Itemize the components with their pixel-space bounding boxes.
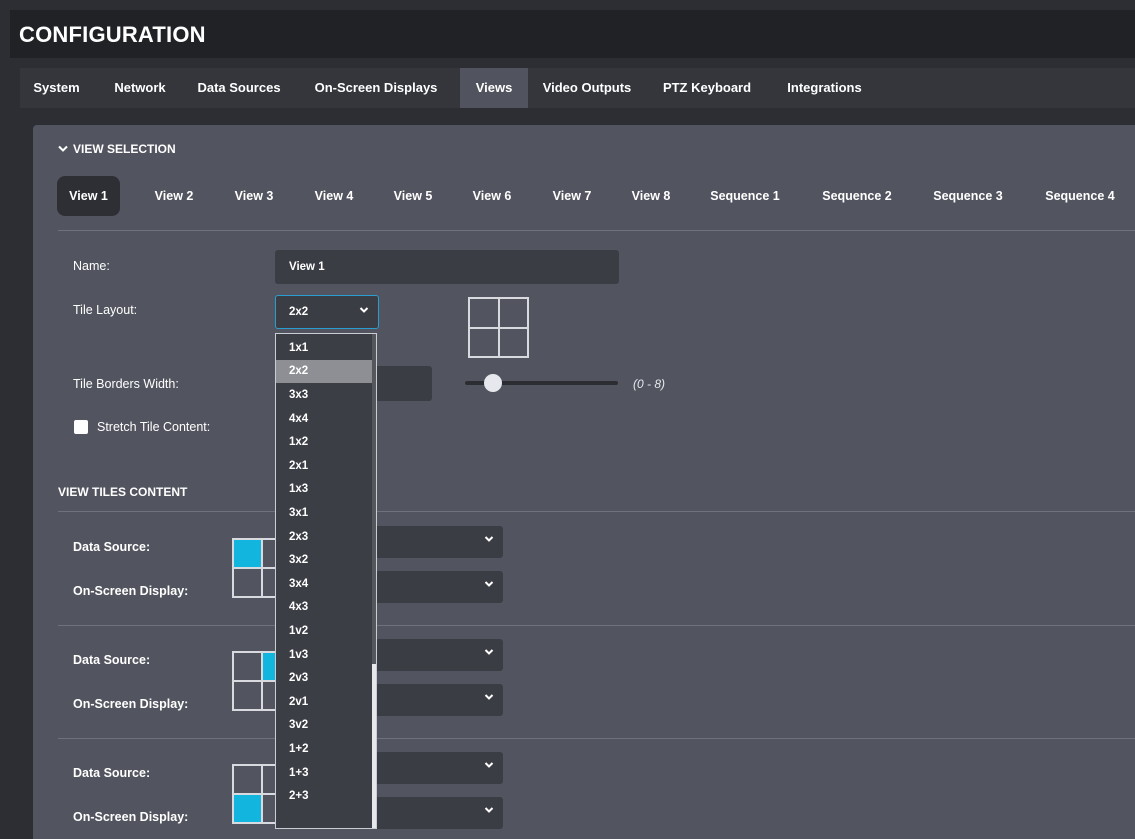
tile-layout-label: Tile Layout: bbox=[73, 303, 138, 317]
view-tab-3[interactable]: View 3 bbox=[222, 176, 286, 216]
view-selection-header[interactable]: VIEW SELECTION bbox=[58, 142, 176, 156]
layout-option-2v1[interactable]: 2v1 bbox=[276, 690, 373, 714]
chevron-down-icon bbox=[484, 805, 494, 817]
app-header: CONFIGURATION bbox=[10, 10, 1135, 58]
chevron-down-icon bbox=[359, 305, 369, 317]
layout-option-2x3[interactable]: 2x3 bbox=[276, 525, 373, 549]
dropdown-scrollbar-thumb[interactable] bbox=[372, 334, 376, 664]
chevron-down-icon bbox=[484, 534, 494, 546]
view-tab-6[interactable]: View 6 bbox=[460, 176, 524, 216]
layout-option-3v2[interactable]: 3v2 bbox=[276, 714, 373, 738]
layout-option-4x4[interactable]: 4x4 bbox=[276, 407, 373, 431]
tile-layout-preview bbox=[468, 297, 529, 358]
tab-on-screen-displays[interactable]: On-Screen Displays bbox=[303, 68, 449, 108]
layout-option-2x1[interactable]: 2x1 bbox=[276, 454, 373, 478]
layout-option-1v3[interactable]: 1v3 bbox=[276, 643, 373, 667]
view-tab-sequence-4[interactable]: Sequence 4 bbox=[1035, 176, 1125, 216]
layout-option-1v2[interactable]: 1v2 bbox=[276, 619, 373, 643]
chevron-down-icon bbox=[484, 647, 494, 659]
layout-option-1x1[interactable]: 1x1 bbox=[276, 336, 373, 360]
chevron-down-icon bbox=[484, 692, 494, 704]
view-tab-7[interactable]: View 7 bbox=[540, 176, 604, 216]
on-screen-display-label: On-Screen Display: bbox=[73, 584, 189, 598]
tab-video-outputs[interactable]: Video Outputs bbox=[532, 68, 642, 108]
tab-views[interactable]: Views bbox=[460, 68, 528, 108]
tab-system[interactable]: System bbox=[20, 68, 93, 108]
tile-borders-width-label: Tile Borders Width: bbox=[73, 377, 179, 391]
layout-option-4x3[interactable]: 4x3 bbox=[276, 596, 373, 620]
stretch-tile-checkbox[interactable] bbox=[74, 420, 88, 434]
layout-option-3x4[interactable]: 3x4 bbox=[276, 572, 373, 596]
tab-data-sources[interactable]: Data Sources bbox=[188, 68, 290, 108]
views-panel bbox=[33, 125, 1135, 839]
divider bbox=[58, 511, 1135, 512]
on-screen-display-label: On-Screen Display: bbox=[73, 697, 189, 711]
view-tiles-content-header: VIEW TILES CONTENT bbox=[58, 485, 188, 499]
view-tab-1[interactable]: View 1 bbox=[57, 176, 120, 216]
tile-borders-slider-thumb[interactable] bbox=[484, 374, 503, 392]
divider bbox=[58, 230, 1135, 231]
data-source-label: Data Source: bbox=[73, 540, 151, 554]
view-tab-sequence-3[interactable]: Sequence 3 bbox=[923, 176, 1013, 216]
layout-option-1x2[interactable]: 1x2 bbox=[276, 430, 373, 454]
chevron-down-icon bbox=[484, 579, 494, 591]
view-tab-2[interactable]: View 2 bbox=[142, 176, 206, 216]
view-tab-8[interactable]: View 8 bbox=[619, 176, 683, 216]
app-title: CONFIGURATION bbox=[19, 22, 206, 47]
chevron-down-icon bbox=[484, 760, 494, 772]
layout-option-2v3[interactable]: 2v3 bbox=[276, 666, 373, 690]
view-selection-title: VIEW SELECTION bbox=[73, 142, 176, 156]
layout-option-1x3[interactable]: 1x3 bbox=[276, 478, 373, 502]
view-tab-sequence-2[interactable]: Sequence 2 bbox=[812, 176, 902, 216]
layout-option-1plus2[interactable]: 1+2 bbox=[276, 737, 373, 761]
data-source-label: Data Source: bbox=[73, 653, 151, 667]
stretch-tile-label: Stretch Tile Content: bbox=[97, 420, 211, 434]
main-tab-bar: System Network Data Sources On-Screen Di… bbox=[20, 68, 1135, 108]
view-tab-5[interactable]: View 5 bbox=[381, 176, 445, 216]
layout-option-3x1[interactable]: 3x1 bbox=[276, 501, 373, 525]
tile-borders-width-input[interactable] bbox=[370, 366, 432, 401]
tile-borders-range: (0 - 8) bbox=[633, 377, 666, 391]
divider bbox=[58, 738, 1135, 739]
on-screen-display-label: On-Screen Display: bbox=[73, 810, 189, 824]
tab-ptz-keyboard[interactable]: PTZ Keyboard bbox=[653, 68, 761, 108]
data-source-label: Data Source: bbox=[73, 766, 151, 780]
tile-layout-select[interactable]: 2x2 bbox=[275, 295, 379, 329]
layout-option-3x3[interactable]: 3x3 bbox=[276, 383, 373, 407]
tab-integrations[interactable]: Integrations bbox=[777, 68, 872, 108]
layout-option-2plus3[interactable]: 2+3 bbox=[276, 784, 373, 808]
view-tab-4[interactable]: View 4 bbox=[302, 176, 366, 216]
name-input[interactable]: View 1 bbox=[275, 250, 619, 284]
tile-layout-dropdown-list[interactable]: 2+3 1+3 1+2 3v2 2v1 2v3 1v3 1v2 4x3 3x4 3x2 2x3 3x1 1… bbox=[275, 333, 377, 829]
layout-option-1plus3[interactable]: 1+3 bbox=[276, 761, 373, 785]
tab-network[interactable]: Network bbox=[100, 68, 180, 108]
layout-option-2x2[interactable]: 2x2 bbox=[276, 359, 373, 384]
name-label: Name: bbox=[73, 259, 110, 273]
divider bbox=[58, 625, 1135, 626]
tile-layout-value: 2x2 bbox=[289, 306, 309, 318]
layout-option-3x2[interactable]: 3x2 bbox=[276, 548, 373, 572]
view-tab-sequence-1[interactable]: Sequence 1 bbox=[700, 176, 790, 216]
chevron-down-icon bbox=[58, 144, 68, 156]
